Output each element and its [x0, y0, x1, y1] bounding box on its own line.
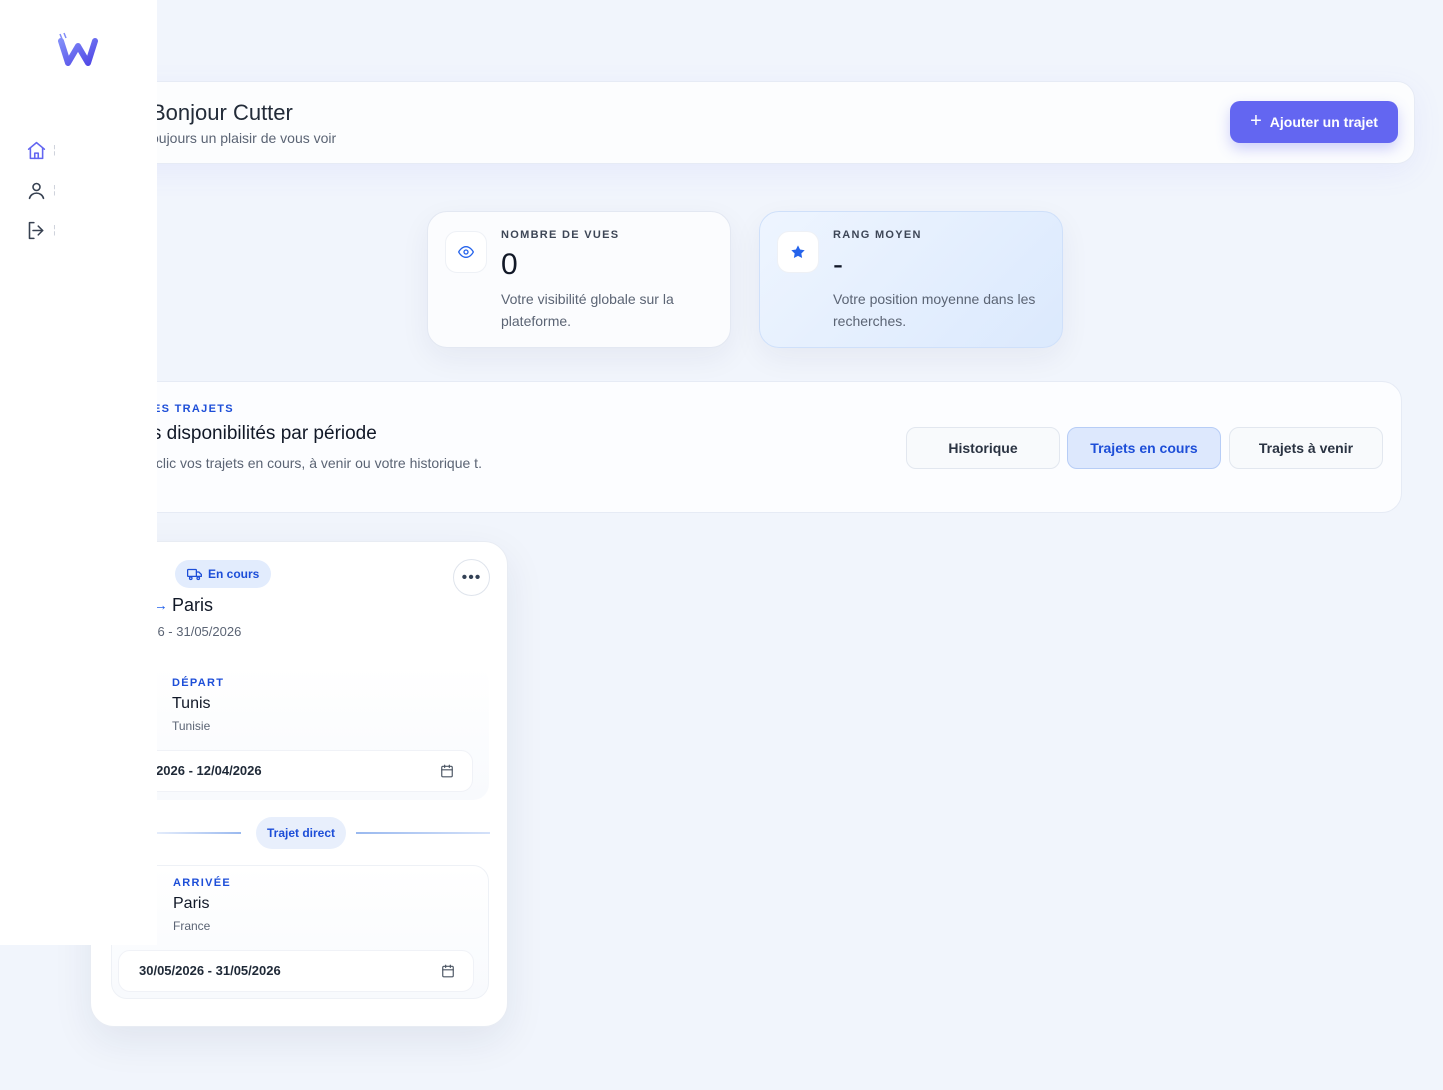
departure-section: DÉPART Tunis Tunisie 04/2026 - 12/04/202… — [111, 666, 489, 800]
sidebar-item-label: ¦ — [53, 224, 56, 236]
stat-value: 0 — [501, 248, 518, 281]
sidebar-item-logout[interactable]: ¦ — [26, 218, 60, 242]
arrival-city: Paris — [173, 895, 210, 912]
departure-country: Tunisie — [172, 719, 211, 733]
calendar-icon — [442, 964, 454, 978]
star-icon — [777, 231, 819, 273]
status-badge: En cours — [175, 560, 272, 588]
user-icon — [28, 182, 45, 199]
stat-value: - — [833, 248, 843, 281]
sidebar-item-profile[interactable]: ¦ — [26, 178, 60, 202]
arrival-dates: 30/05/2026 - 31/05/2026 — [139, 963, 281, 978]
departure-city: Tunis — [172, 695, 211, 712]
arrival-country: France — [173, 919, 211, 933]
status-label: En cours — [208, 567, 260, 581]
route-destination: Paris — [172, 595, 214, 615]
filter-kicker: LES TRAJETS — [145, 403, 234, 415]
stat-description: Votre position moyenne dans les recherch… — [833, 291, 1036, 329]
departure-kicker: DÉPART — [172, 677, 225, 689]
route-dates: 026 - 31/05/2026 — [143, 624, 242, 639]
add-trip-label: Ajouter un trajet — [1269, 114, 1378, 130]
tab-current-trips[interactable]: Trajets en cours — [1067, 427, 1221, 469]
plus-icon: + — [1250, 110, 1262, 132]
eye-icon — [445, 231, 487, 273]
greeting-subtitle: oujours un plaisir de vous voir — [151, 130, 337, 146]
route-title: → Paris — [153, 595, 213, 616]
departure-date-row: 04/2026 - 12/04/2026 — [117, 750, 473, 792]
tab-upcoming-trips[interactable]: Trajets à venir — [1229, 427, 1383, 469]
home-icon — [27, 141, 46, 159]
add-trip-button[interactable]: + Ajouter un trajet — [1230, 101, 1398, 143]
greeting-title: Bonjour Cutter — [151, 100, 293, 125]
brand-logo[interactable] — [58, 32, 98, 71]
sidebar-item-label: ¦ — [53, 184, 56, 196]
stat-card-rank: RANG MOYEN - Votre position moyenne dans… — [759, 211, 1063, 348]
tab-history[interactable]: Historique — [906, 427, 1060, 469]
route-divider-left — [151, 832, 241, 834]
logout-icon — [28, 221, 44, 239]
header-card: Bonjour Cutter oujours un plaisir de vou… — [108, 81, 1415, 164]
sidebar-item-label: ¦ — [53, 144, 56, 156]
filter-description: en un clic vos trajets en cours, à venir… — [117, 455, 482, 471]
stat-description: Votre visibilité globale sur la platefor… — [501, 291, 674, 329]
calendar-icon — [441, 764, 453, 778]
sidebar: ¦ ¦ ¦ — [0, 0, 157, 945]
trips-filter-card: LES TRAJETS z vos disponibilités par pér… — [108, 381, 1402, 513]
stat-card-views: NOMBRE DE VUES 0 Votre visibilité global… — [427, 211, 731, 348]
route-divider-right — [356, 832, 490, 834]
truck-icon — [187, 568, 202, 580]
ellipsis-icon: ••• — [461, 568, 482, 586]
arrival-date-row: 30/05/2026 - 31/05/2026 — [118, 950, 474, 992]
stat-label: NOMBRE DE VUES — [501, 229, 620, 241]
stat-label: RANG MOYEN — [833, 229, 922, 241]
arrival-section: ARRIVÉE Paris France 30/05/2026 - 31/05/… — [111, 865, 489, 999]
arrival-kicker: ARRIVÉE — [173, 877, 231, 889]
main-content: Bonjour Cutter oujours un plaisir de vou… — [0, 0, 1443, 1090]
sidebar-item-home[interactable]: ¦ — [26, 138, 60, 162]
more-options-button[interactable]: ••• — [453, 559, 490, 596]
direct-trip-pill: Trajet direct — [256, 817, 347, 849]
